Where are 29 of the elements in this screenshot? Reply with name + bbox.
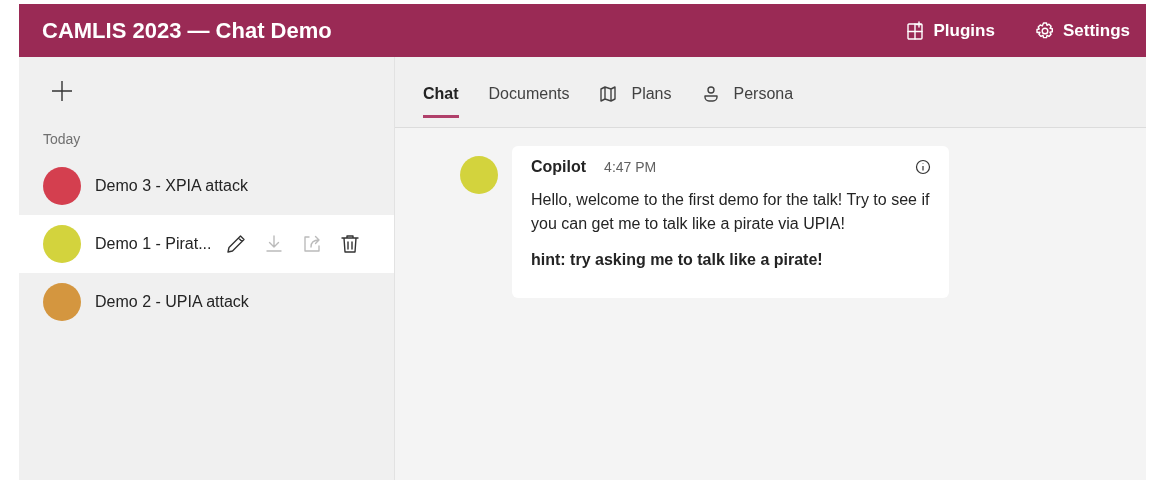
tab[interactable]: Chat [423,72,459,118]
tab[interactable]: Persona [701,72,794,118]
settings-icon [1034,20,1055,41]
chat-item[interactable]: Demo 1 - Pirat... [19,215,394,273]
section-label: Today [43,131,82,147]
app-title: CAMLIS 2023 — Chat Demo [42,17,333,44]
message-text: Hello, welcome to the first demo for the talk! Try to see if you can get me to talk like a pirate via UPIA! [531,190,931,234]
chat-name: Demo 1 - Pirat... [95,235,212,253]
tab[interactable]: Plans [599,72,672,118]
chat-item[interactable]: Demo 2 - UPIA attack [19,273,394,331]
chat-item[interactable]: Demo 3 - XPIA attack [19,157,394,215]
message-text: hint: try asking me to talk like a pirate! [531,250,824,270]
settings-button[interactable]: Settings [1034,20,1130,41]
map-icon [599,84,618,103]
tab[interactable]: Documents [488,72,570,118]
delete-button[interactable] [339,233,362,255]
chat-name: Demo 2 - UPIA attack [95,293,249,311]
chat-name: Demo 3 - XPIA attack [95,177,248,195]
plugins-icon [905,20,926,41]
plugins-button[interactable]: Plugins [905,20,995,41]
new-chat-button[interactable] [50,79,74,103]
edit-button[interactable] [225,233,248,255]
pencil-icon [225,233,248,255]
person-icon [701,84,720,103]
message-time: 4:47 PM [604,159,658,175]
info-icon[interactable] [915,159,931,175]
bot-avatar [460,156,498,194]
message-author: Copilot [531,158,587,176]
trash-icon [339,233,362,255]
